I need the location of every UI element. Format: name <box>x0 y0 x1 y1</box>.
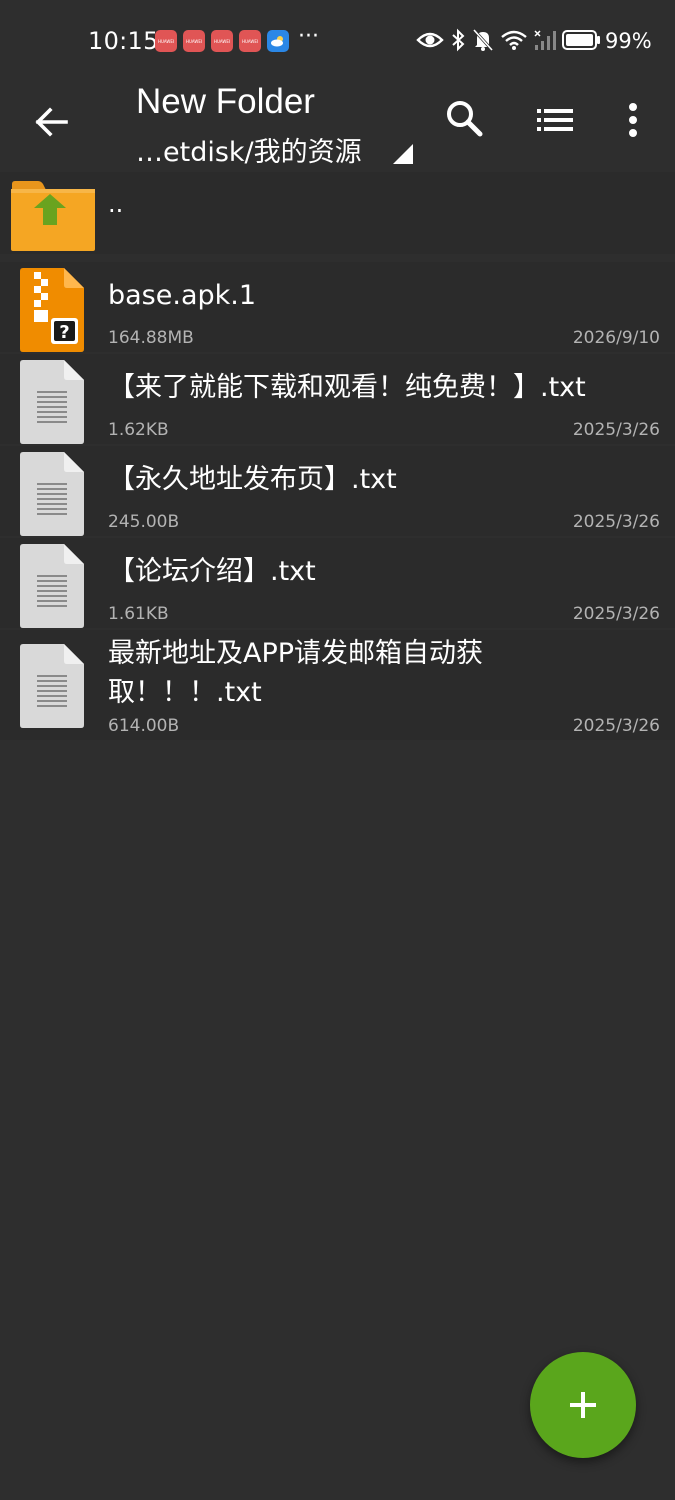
overflow-menu-button[interactable] <box>622 98 644 142</box>
huawei-app-icon: HUAWEI <box>239 30 261 52</box>
plus-icon <box>570 1392 596 1418</box>
text-file-icon <box>20 360 84 444</box>
file-row[interactable]: 最新地址及APP请发邮箱自动获取！！！.txt 614.00B 2025/3/2… <box>0 630 675 740</box>
parent-folder-label: .. <box>108 190 124 218</box>
file-row[interactable]: 【论坛介绍】.txt 1.61KB 2025/3/26 <box>0 538 675 628</box>
text-file-icon <box>20 644 84 728</box>
more-notifications-icon: ··· <box>298 24 319 49</box>
list-view-icon <box>537 109 573 131</box>
apk-archive-icon: ? <box>20 268 84 352</box>
arrow-left-icon <box>35 107 68 137</box>
file-date: 2025/3/26 <box>572 512 660 532</box>
huawei-app-icon: HUAWEI <box>183 30 205 52</box>
weather-app-icon <box>267 30 289 52</box>
file-size: 245.00B <box>108 512 180 532</box>
file-size: 164.88MB <box>108 328 194 348</box>
dropdown-triangle-icon[interactable] <box>393 144 413 164</box>
file-name: 【永久地址发布页】.txt <box>108 464 397 495</box>
huawei-app-icon: HUAWEI <box>211 30 233 52</box>
mute-bell-icon <box>472 28 494 52</box>
parent-folder-row[interactable]: .. <box>0 172 675 254</box>
more-vert-icon <box>629 103 637 137</box>
svg-text:?: ? <box>59 322 69 343</box>
file-size: 1.62KB <box>108 420 169 440</box>
file-name: 【论坛介绍】.txt <box>108 556 316 587</box>
file-name: 【来了就能下载和观看！纯免费！】.txt <box>108 372 586 403</box>
text-file-icon <box>20 452 84 536</box>
file-name: base.apk.1 <box>108 280 257 311</box>
toolbar: New Folder …etdisk/我的资源 <box>0 70 675 172</box>
system-icons <box>416 28 602 52</box>
add-button[interactable] <box>530 1352 636 1458</box>
file-date: 2025/3/26 <box>572 604 660 624</box>
eye-icon <box>416 32 444 48</box>
notification-icons: HUAWEI HUAWEI HUAWEI HUAWEI <box>155 30 289 52</box>
file-row[interactable]: 【永久地址发布页】.txt 245.00B 2025/3/26 <box>0 446 675 536</box>
folder-title: New Folder <box>136 82 315 121</box>
text-file-icon <box>20 544 84 628</box>
bluetooth-icon <box>452 28 465 52</box>
search-icon <box>447 101 483 137</box>
status-time: 10:15 <box>88 27 159 55</box>
signal-icon <box>534 30 556 50</box>
file-date: 2025/3/26 <box>572 716 660 736</box>
battery-percent: 99% <box>605 29 652 53</box>
battery-icon <box>562 30 600 50</box>
back-button[interactable] <box>30 100 74 144</box>
file-size: 614.00B <box>108 716 180 736</box>
wifi-icon <box>501 30 527 50</box>
huawei-app-icon: HUAWEI <box>155 30 177 52</box>
file-row[interactable]: ? base.apk.1 164.88MB 2026/9/10 <box>0 262 675 352</box>
status-bar: 10:15 HUAWEI HUAWEI HUAWEI HUAWEI ··· 99… <box>0 0 675 70</box>
folder-up-icon <box>11 181 95 251</box>
file-size: 1.61KB <box>108 604 169 624</box>
file-date: 2025/3/26 <box>572 420 660 440</box>
file-name: 最新地址及APP请发邮箱自动获取！！！.txt <box>108 638 484 708</box>
search-button[interactable] <box>444 98 486 140</box>
file-row[interactable]: 【来了就能下载和观看！纯免费！】.txt 1.62KB 2025/3/26 <box>0 354 675 444</box>
view-mode-button[interactable] <box>533 100 577 140</box>
folder-path[interactable]: …etdisk/我的资源 <box>136 130 362 169</box>
file-date: 2026/9/10 <box>572 328 660 348</box>
